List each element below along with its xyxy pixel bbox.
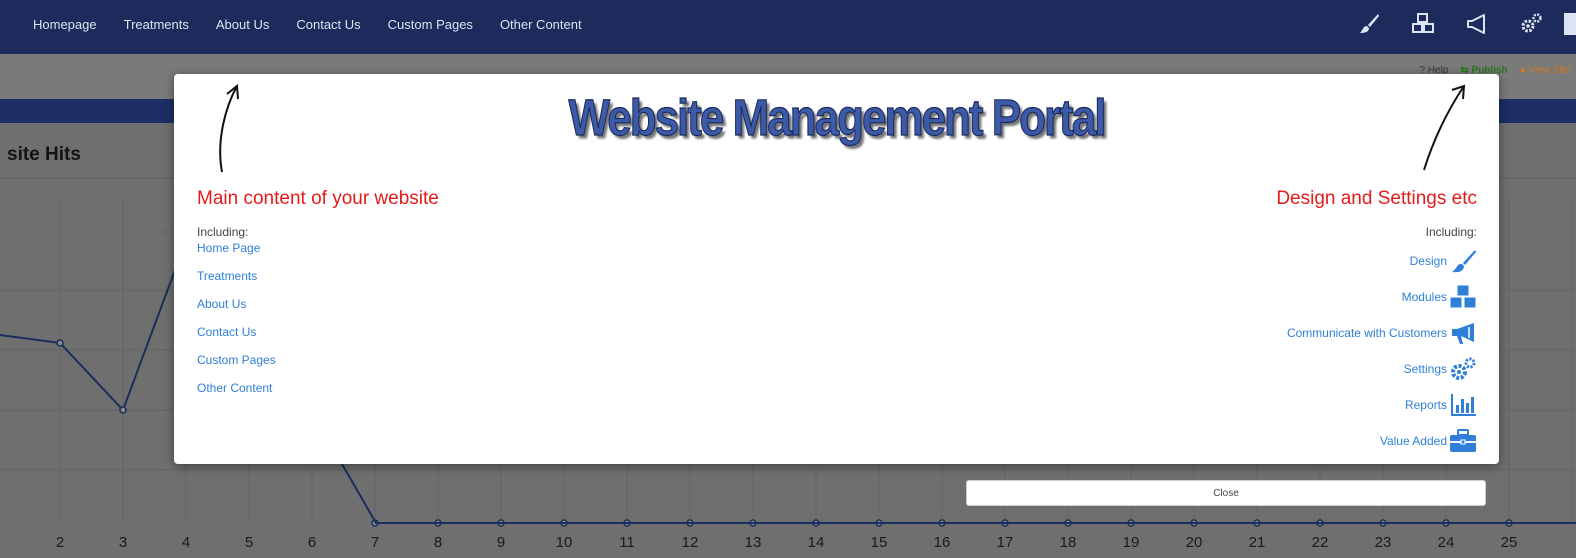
x-tick-label: 10 xyxy=(556,534,573,551)
design-settings-column: Design and Settings etc Including: Desig… xyxy=(1276,188,1477,459)
bar-chart-icon xyxy=(1451,394,1476,416)
data-point xyxy=(56,339,64,347)
x-tick-label: 23 xyxy=(1375,534,1392,551)
portal-banner-title: Website Management Portal xyxy=(568,90,1107,148)
x-tick-label: 5 xyxy=(245,534,253,551)
link-communicate-label: Communicate with Customers xyxy=(1286,326,1447,340)
paintbrush-icon xyxy=(1452,250,1476,273)
link-settings[interactable]: Settings xyxy=(1276,351,1477,387)
cubes-icon xyxy=(1449,284,1477,309)
link-settings-label: Settings xyxy=(1403,362,1447,376)
link-value-added[interactable]: Value Added xyxy=(1276,423,1477,459)
x-tick-label: 15 xyxy=(871,534,888,551)
x-tick-label: 4 xyxy=(182,534,190,551)
link-about-us[interactable]: About Us xyxy=(197,297,439,325)
x-tick-label: 2 xyxy=(56,534,64,551)
design-settings-heading: Design and Settings etc xyxy=(1276,188,1477,209)
x-tick-label: 22 xyxy=(1312,534,1329,551)
x-tick-label: 19 xyxy=(1123,534,1140,551)
link-design[interactable]: Design xyxy=(1276,243,1477,279)
x-tick-label: 18 xyxy=(1060,534,1077,551)
link-contact-us[interactable]: Contact Us xyxy=(197,325,439,353)
close-button[interactable]: Close xyxy=(966,480,1486,506)
x-tick-label: 14 xyxy=(808,534,825,551)
link-modules[interactable]: Modules xyxy=(1276,279,1477,315)
megaphone-icon xyxy=(1452,323,1474,344)
right-arrow-icon xyxy=(1423,84,1466,171)
link-home-page[interactable]: Home Page xyxy=(197,241,439,269)
x-tick-label: 12 xyxy=(682,534,699,551)
link-reports-label: Reports xyxy=(1404,398,1447,412)
main-content-including: Including: xyxy=(197,225,249,239)
x-tick-label: 8 xyxy=(434,534,442,551)
gears-icon xyxy=(1451,357,1476,380)
design-settings-including: Including: xyxy=(1425,225,1477,239)
x-tick-label: 7 xyxy=(371,534,379,551)
main-content-heading: Main content of your website xyxy=(197,188,439,209)
x-tick-label: 16 xyxy=(934,534,951,551)
main-content-column: Main content of your website Including: … xyxy=(197,188,439,409)
link-treatments[interactable]: Treatments xyxy=(197,269,439,297)
design-settings-links: Design Modules Communicate with Customer… xyxy=(1276,243,1477,459)
left-arrow-icon xyxy=(219,84,239,173)
link-modules-label: Modules xyxy=(1401,290,1447,304)
x-tick-label: 20 xyxy=(1186,534,1203,551)
link-custom-pages[interactable]: Custom Pages xyxy=(197,353,439,381)
link-design-label: Design xyxy=(1409,254,1447,268)
x-tick-label: 9 xyxy=(497,534,505,551)
x-tick-label: 25 xyxy=(1501,534,1518,551)
link-communicate-with-customers[interactable]: Communicate with Customers xyxy=(1276,315,1477,351)
x-tick-label: 17 xyxy=(997,534,1014,551)
x-tick-label: 3 xyxy=(119,534,127,551)
link-value-added-label: Value Added xyxy=(1379,434,1447,448)
main-content-links: Home Page Treatments About Us Contact Us… xyxy=(197,241,439,409)
x-tick-label: 11 xyxy=(619,534,635,551)
x-tick-label: 21 xyxy=(1249,534,1266,551)
x-tick-label: 13 xyxy=(745,534,762,551)
link-other-content[interactable]: Other Content xyxy=(197,381,439,409)
x-tick-label: 6 xyxy=(308,534,316,551)
briefcase-icon xyxy=(1450,429,1476,452)
data-point xyxy=(119,406,127,414)
x-tick-label: 24 xyxy=(1438,534,1455,551)
link-reports[interactable]: Reports xyxy=(1276,387,1477,423)
welcome-modal: Website Management Portal Main content o… xyxy=(174,74,1499,464)
